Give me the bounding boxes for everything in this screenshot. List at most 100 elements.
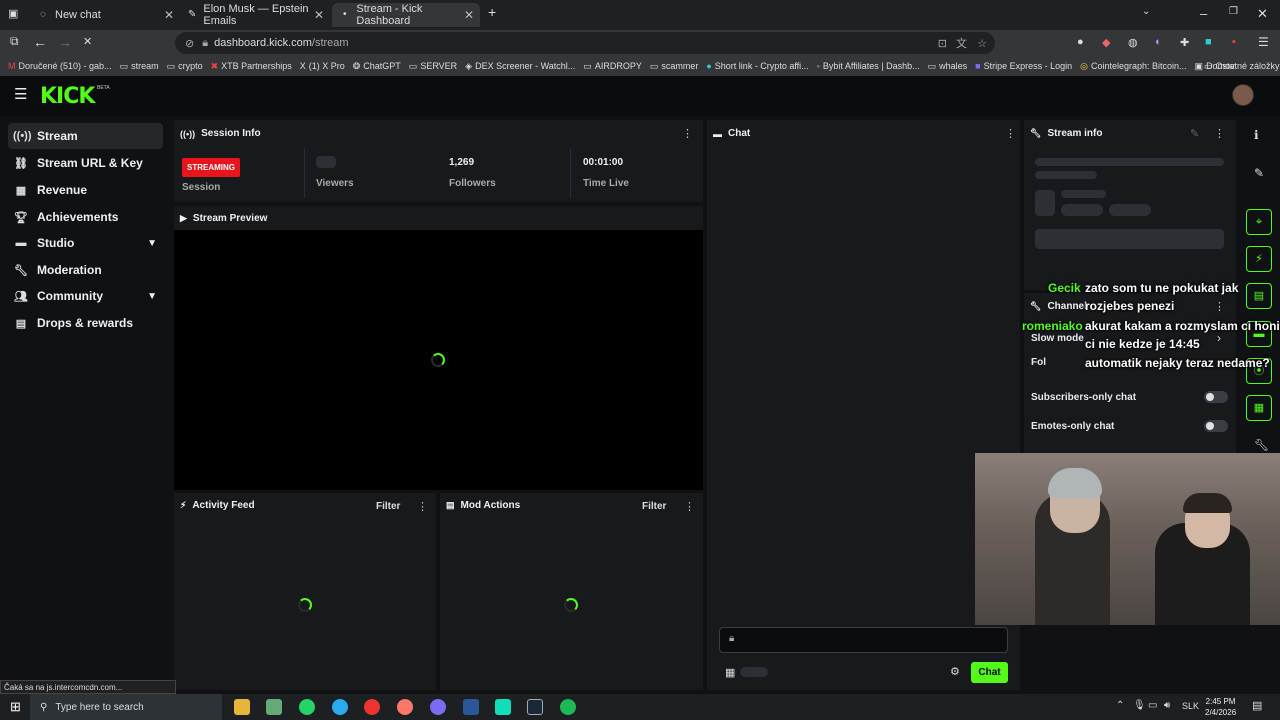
subscribers-only-toggle[interactable] (1204, 391, 1228, 403)
bookmark-item[interactable]: ◎ Cointelegraph: Bitcoin... (1080, 61, 1186, 72)
edit-icon[interactable]: ✎ (1254, 166, 1264, 180)
other-bookmarks[interactable]: ▭ Ostatné záložky (1204, 61, 1280, 72)
notifications-icon[interactable]: ▤ (1252, 699, 1262, 712)
edit-icon[interactable]: ✎ (1190, 127, 1199, 140)
rail-button[interactable]: ⌖ (1246, 209, 1272, 235)
bookmark-item[interactable]: ▭ SERVER (409, 61, 457, 72)
tab-epstein-emails[interactable]: ✎ Elon Musk — Epstein Emails ✕ (180, 3, 330, 27)
bookmark-label: Bybit Affiliates | Dashb... (822, 61, 920, 71)
bookmark-item[interactable]: ▭ stream (120, 61, 159, 72)
spotify-icon[interactable] (560, 699, 576, 715)
bookmark-item[interactable]: ■ Stripe Express - Login (975, 61, 1072, 71)
stop-icon[interactable]: ✕ (83, 35, 92, 48)
send-chat-button[interactable]: Chat (971, 662, 1008, 683)
info-icon[interactable]: ℹ (1254, 128, 1259, 142)
sidebar-item-stream-url-key[interactable]: ⛓ Stream URL & Key (8, 150, 163, 176)
chrome-icon[interactable] (364, 699, 380, 715)
sidebar-toggle-icon[interactable]: ⧉ (10, 34, 19, 49)
bookmark-item[interactable]: ◈ DEX Screener - Watchl... (465, 61, 575, 72)
sidebar-item-community[interactable]: 👥︎ Community ▼ (8, 283, 163, 309)
more-options-icon[interactable]: ⋮ (684, 500, 695, 513)
rail-button[interactable]: ▦ (1246, 395, 1272, 421)
store-icon[interactable]: ▦ (725, 666, 735, 679)
more-options-icon[interactable]: ⋮ (1214, 300, 1225, 313)
restore-icon[interactable]: ❐ (1229, 6, 1238, 17)
kick-logo[interactable]: KICK (40, 84, 95, 109)
tab-search-icon[interactable]: ⌄ (1142, 6, 1150, 17)
taskbar-search-input[interactable]: ⚲ Type here to search (30, 694, 222, 720)
wrench-icon[interactable]: 🔧︎ (1254, 438, 1269, 452)
close-icon[interactable]: ✕ (314, 8, 324, 22)
tab-actions-icon[interactable]: ▣ (8, 7, 18, 20)
close-icon[interactable]: ✕ (464, 8, 474, 22)
forward-icon[interactable]: → (58, 34, 72, 50)
tray-chevron-icon[interactable]: ⌃ (1116, 700, 1124, 711)
bookmark-item[interactable]: X (1) X Pro (300, 61, 345, 71)
steam-icon[interactable] (527, 699, 543, 715)
rail-button[interactable]: ⚡︎ (1246, 246, 1272, 272)
extension-icon[interactable]: ▪ (1232, 36, 1236, 48)
avatar[interactable] (1232, 84, 1254, 106)
filter-button[interactable]: Filter (376, 501, 400, 512)
address-bar[interactable]: ⊘ 🔒︎ dashboard.kick.com /stream ⊡ 文 ☆ (175, 32, 995, 54)
sidebar-item-stream[interactable]: ((•)) Stream (8, 123, 163, 149)
close-window-icon[interactable]: ✕ (1257, 6, 1268, 22)
network-icon[interactable]: ▭ (1148, 700, 1157, 711)
discord-icon[interactable] (430, 699, 446, 715)
sidebar-item-drops-rewards[interactable]: ▤ Drops & rewards (8, 310, 163, 336)
extension-icon[interactable]: ◐ (1155, 36, 1162, 48)
taskbar-clock[interactable]: 2:45 PM 2/4/2026 (1205, 696, 1236, 718)
bookmark-item[interactable]: ◦ Bybit Affiliates | Dashb... (817, 61, 920, 71)
filter-button[interactable]: Filter (642, 501, 666, 512)
chevron-right-icon[interactable]: › (1217, 331, 1221, 345)
extensions-icon[interactable]: ✚ (1180, 36, 1189, 49)
bookmark-item[interactable]: ▭ scammer (650, 61, 699, 72)
extension-icon[interactable]: ◆ (1102, 36, 1110, 49)
microphone-icon[interactable]: 🎙︎ (1133, 700, 1146, 711)
sidebar-item-studio[interactable]: ▬ Studio ▼ (8, 230, 163, 256)
close-icon[interactable]: ✕ (164, 8, 174, 22)
menu-icon[interactable]: ☰ (1258, 35, 1269, 49)
sidebar-item-moderation[interactable]: 🔧︎ Moderation (8, 257, 163, 283)
back-icon[interactable]: ← (33, 34, 47, 50)
rail-button[interactable]: ▤ (1246, 283, 1272, 309)
firefox-icon[interactable] (397, 699, 413, 715)
sidebar-item-achievements[interactable]: 🏆︎ Achievements (8, 204, 163, 230)
new-tab-icon[interactable]: + (488, 4, 496, 20)
bookmark-item[interactable]: M Doručené (510) - gab... (8, 61, 112, 71)
gear-icon[interactable]: ⚙ (950, 665, 960, 678)
extension-icon[interactable]: ◍ (1128, 36, 1138, 49)
profile-icon[interactable]: ● (1077, 36, 1084, 48)
more-options-icon[interactable]: ⋮ (1214, 127, 1225, 140)
sidebar-item-revenue[interactable]: ▦ Revenue (8, 177, 163, 203)
app-icon[interactable] (495, 699, 511, 715)
bookmark-item[interactable]: ✖ XTB Partnerships (211, 61, 292, 72)
language-indicator[interactable]: SLK (1182, 701, 1199, 711)
install-icon[interactable]: ⊡ (938, 37, 947, 50)
bookmark-item[interactable]: ▭ AIRDROPY (583, 61, 642, 72)
app-icon[interactable] (266, 699, 282, 715)
bookmark-star-icon[interactable]: ☆ (977, 37, 987, 50)
hamburger-menu-icon[interactable]: ☰ (14, 85, 27, 103)
extension-icon[interactable]: ■ (1205, 36, 1212, 48)
word-icon[interactable] (463, 699, 479, 715)
mail-icon: M (8, 61, 16, 71)
more-options-icon[interactable]: ⋮ (682, 127, 693, 140)
bookmark-item[interactable]: ▭ crypto (167, 61, 203, 72)
minimize-icon[interactable]: – (1200, 6, 1207, 21)
chat-input[interactable]: 🔒︎ (719, 627, 1008, 653)
tab-kick-dashboard[interactable]: • Stream - Kick Dashboard ✕ (332, 3, 480, 27)
telegram-icon[interactable] (332, 699, 348, 715)
more-options-icon[interactable]: ⋮ (417, 500, 428, 513)
tab-new-chat[interactable]: ◌ New chat ✕ (30, 3, 180, 27)
emotes-only-toggle[interactable] (1204, 420, 1228, 432)
bookmark-item[interactable]: ▭ whales (928, 61, 968, 72)
more-options-icon[interactable]: ⋮ (1005, 127, 1016, 140)
file-explorer-icon[interactable] (234, 699, 250, 715)
windows-start-icon[interactable]: ⊞ (10, 699, 21, 715)
bookmark-item[interactable]: ● Short link - Crypto affi... (706, 61, 808, 71)
bookmark-item[interactable]: ❂ ChatGPT (353, 61, 401, 72)
whatsapp-icon[interactable] (299, 699, 315, 715)
volume-icon[interactable]: 🔊︎ (1164, 700, 1170, 711)
translate-icon[interactable]: 文 (956, 35, 967, 51)
